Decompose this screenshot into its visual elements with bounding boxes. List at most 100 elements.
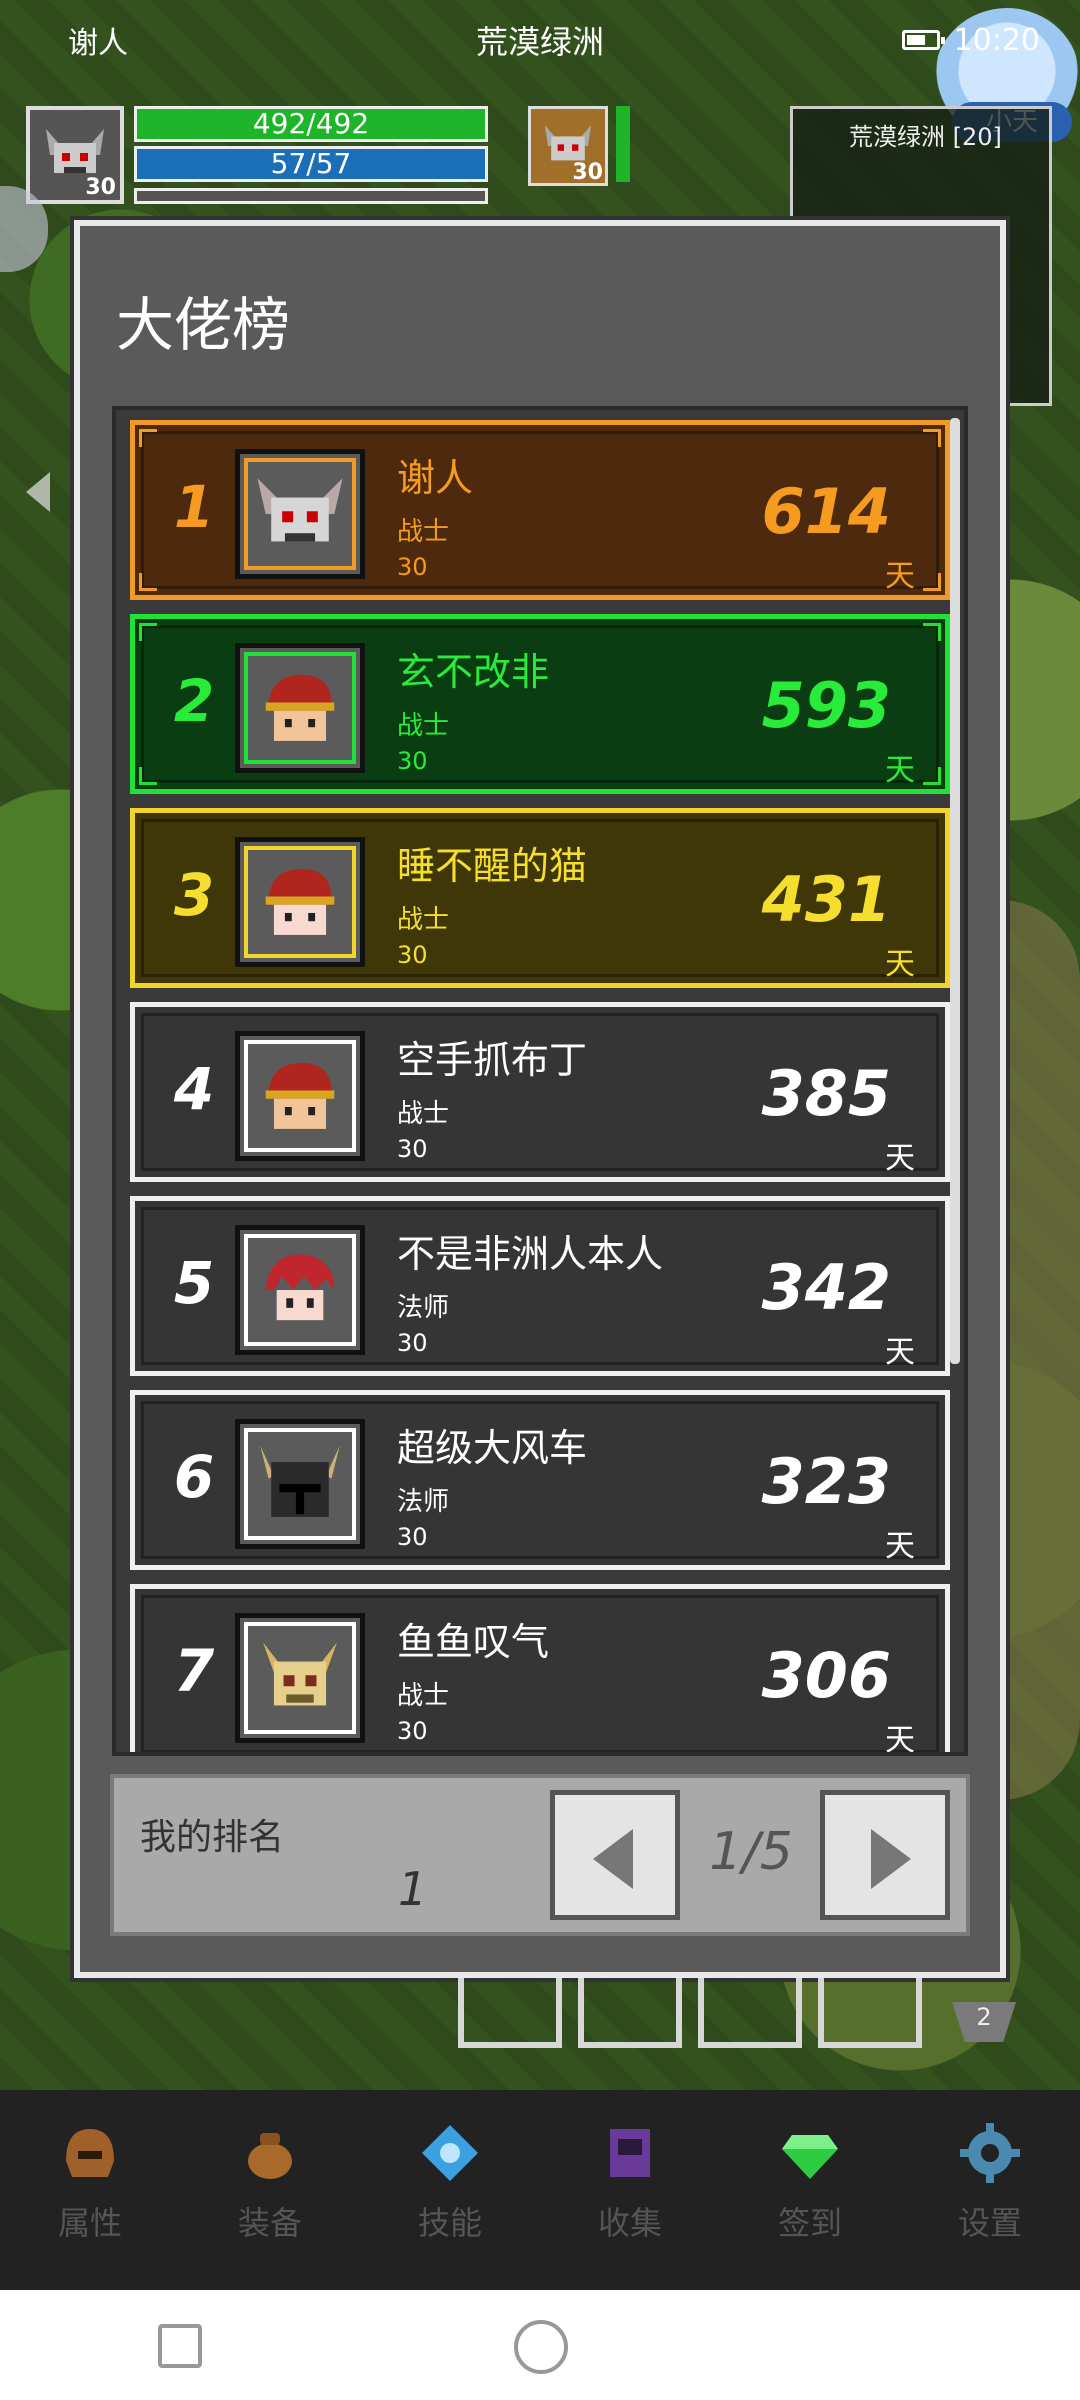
leaderboard-entry[interactable]: 6 超级大风车 法师 30 323 天	[130, 1390, 950, 1570]
portrait-frame	[244, 1234, 356, 1346]
nav-checkin[interactable]: 签到	[720, 2090, 900, 2290]
corner-ornament	[923, 767, 941, 785]
entry-days: 614	[761, 475, 891, 548]
prev-arrow-icon	[593, 1829, 633, 1889]
nav-collection[interactable]: 收集	[540, 2090, 720, 2290]
entry-rank: 1	[173, 473, 215, 541]
entry-day-unit: 天	[885, 947, 915, 982]
mp-bar: 57/57	[134, 146, 488, 182]
leaderboard-list[interactable]: 1 谢人 战士 30 614 天 2 玄不改非 战士 30 593 天 3 睡不…	[112, 406, 968, 1756]
portrait-frame	[244, 846, 356, 958]
entry-day-unit: 天	[885, 1335, 915, 1370]
entry-name: 不是非洲人本人	[397, 1232, 664, 1276]
entry-portrait	[235, 1419, 365, 1549]
bottom-nav: 属性 装备 技能 收集 签到 设置	[0, 2090, 1080, 2290]
corner-ornament	[139, 573, 157, 591]
corner-ornament	[923, 429, 941, 447]
entry-day-unit: 天	[885, 1723, 915, 1756]
entry-days: 385	[761, 1057, 891, 1130]
entry-level: 30	[397, 1329, 428, 1357]
corner-ornament	[923, 623, 941, 641]
entry-day-unit: 天	[885, 1141, 915, 1176]
leaderboard-entry[interactable]: 5 不是非洲人本人 法师 30 342 天	[130, 1196, 950, 1376]
portrait-frame	[244, 1428, 356, 1540]
entry-days: 342	[761, 1251, 891, 1324]
entry-rank: 3	[173, 861, 215, 929]
entry-level: 30	[397, 553, 428, 581]
home-icon[interactable]	[514, 2320, 568, 2374]
entry-days: 306	[761, 1639, 891, 1712]
system-nav-bar	[0, 2290, 1080, 2400]
entry-days: 323	[761, 1445, 891, 1518]
entry-name: 睡不醒的猫	[397, 844, 588, 888]
nav-settings[interactable]: 设置	[900, 2090, 1080, 2290]
entry-name: 鱼鱼叹气	[397, 1620, 550, 1664]
left-arrow-icon[interactable]	[26, 472, 50, 512]
entry-class: 战士	[397, 1099, 450, 1129]
entry-portrait	[235, 1225, 365, 1355]
entry-level: 30	[397, 1523, 428, 1551]
nav-label: 装备	[237, 2204, 302, 2242]
xp-bar	[134, 188, 488, 204]
entry-rank: 6	[173, 1443, 215, 1511]
entry-level: 30	[397, 1135, 428, 1163]
nav-equipment[interactable]: 装备	[180, 2090, 360, 2290]
clock: 10:20	[953, 22, 1040, 58]
entry-class: 法师	[397, 1293, 450, 1323]
corner-ornament	[923, 573, 941, 591]
nav-skills[interactable]: 技能	[360, 2090, 540, 2290]
quick-slot[interactable]	[458, 1978, 562, 2048]
bag-icon	[235, 2118, 305, 2188]
corner-ornament	[139, 767, 157, 785]
leaderboard-entry[interactable]: 1 谢人 战士 30 614 天	[130, 420, 950, 600]
quick-slot[interactable]	[818, 1978, 922, 2048]
pet-avatar[interactable]: 30	[528, 106, 608, 186]
next-page-button[interactable]	[820, 1790, 950, 1920]
entry-portrait	[235, 1031, 365, 1161]
hp-bar: 492/492	[134, 106, 488, 142]
quick-slot[interactable]	[578, 1978, 682, 2048]
my-rank-value: 1	[398, 1862, 428, 1916]
entry-day-unit: 天	[885, 1529, 915, 1564]
checkin-emerald-icon	[775, 2118, 845, 2188]
nav-label: 收集	[597, 2204, 662, 2242]
status-bar: 谢人 荒漠绿洲 10:20	[0, 0, 1080, 80]
list-scrollbar[interactable]	[950, 418, 960, 1364]
collection-book-icon	[595, 2118, 665, 2188]
entry-rank: 4	[173, 1055, 215, 1123]
corner-ornament	[139, 623, 157, 641]
leaderboard-entry[interactable]: 2 玄不改非 战士 30 593 天	[130, 614, 950, 794]
nav-attributes[interactable]: 属性	[0, 2090, 180, 2290]
corner-ornament	[139, 429, 157, 447]
player-avatar[interactable]: 30	[26, 106, 124, 204]
pet-level: 30	[572, 160, 603, 185]
minimap-label: 荒漠绿洲 [20]	[849, 123, 1002, 151]
entry-class: 法师	[397, 1487, 450, 1517]
entry-class: 战士	[397, 517, 450, 547]
entry-rank: 7	[173, 1637, 215, 1705]
player-level: 30	[85, 175, 116, 200]
entry-class: 战士	[397, 711, 450, 741]
entry-class: 战士	[397, 905, 450, 935]
leaderboard-entry[interactable]: 4 空手抓布丁 战士 30 385 天	[130, 1002, 950, 1182]
portrait-frame	[244, 1040, 356, 1152]
entry-class: 战士	[397, 1681, 450, 1711]
entry-name: 玄不改非	[397, 650, 550, 694]
my-rank-panel: 我的排名 1 1/5	[110, 1774, 970, 1936]
leaderboard-entry[interactable]: 7 鱼鱼叹气 战士 30 306 天	[130, 1584, 950, 1756]
entry-days: 593	[761, 669, 891, 742]
quick-slot[interactable]	[698, 1978, 802, 2048]
entry-rank: 5	[173, 1249, 215, 1317]
modal-title: 大佬榜	[116, 293, 291, 358]
prev-page-button[interactable]	[550, 1790, 680, 1920]
portrait-frame	[244, 1622, 356, 1734]
nav-label: 签到	[777, 2204, 842, 2242]
entry-level: 30	[397, 941, 428, 969]
battery-icon	[901, 30, 945, 50]
nav-label: 设置	[957, 2204, 1022, 2242]
entry-day-unit: 天	[885, 559, 915, 594]
entry-level: 30	[397, 747, 428, 775]
leaderboard-entry[interactable]: 3 睡不醒的猫 战士 30 431 天	[130, 808, 950, 988]
recent-apps-icon[interactable]	[158, 2324, 202, 2368]
entry-portrait	[235, 449, 365, 579]
